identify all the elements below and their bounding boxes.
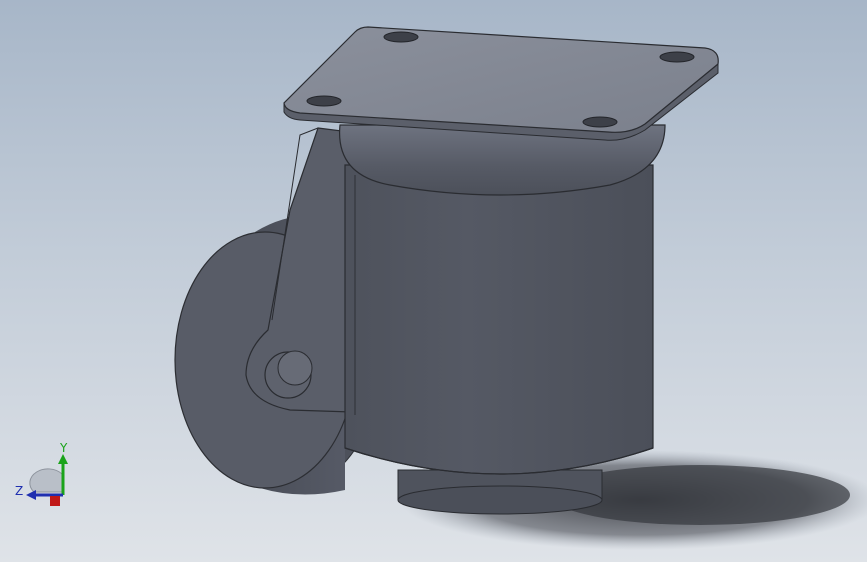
- mounting-hole-2: [659, 51, 695, 63]
- z-axis-label: Z: [15, 484, 23, 498]
- mounting-hole-1: [383, 31, 419, 43]
- z-axis-arrow-icon: [26, 490, 36, 500]
- mounting-hole-4: [582, 116, 618, 128]
- mounting-hole-3: [306, 95, 342, 107]
- mounting-plate-top: [283, 26, 719, 133]
- reference-triad[interactable]: Y Z: [12, 440, 82, 515]
- leveling-foot-bottom: [397, 485, 603, 515]
- y-axis-label: Y: [59, 441, 68, 455]
- graphics-viewport[interactable]: Y Z: [0, 0, 867, 562]
- y-axis-arrow-icon: [58, 454, 68, 464]
- x-axis-marker-icon: [50, 496, 60, 506]
- axle-pin: [277, 350, 313, 386]
- triad-base-arc-icon: [29, 468, 63, 493]
- cylinder-housing: [344, 164, 654, 475]
- caster-wheel-model[interactable]: [0, 0, 867, 562]
